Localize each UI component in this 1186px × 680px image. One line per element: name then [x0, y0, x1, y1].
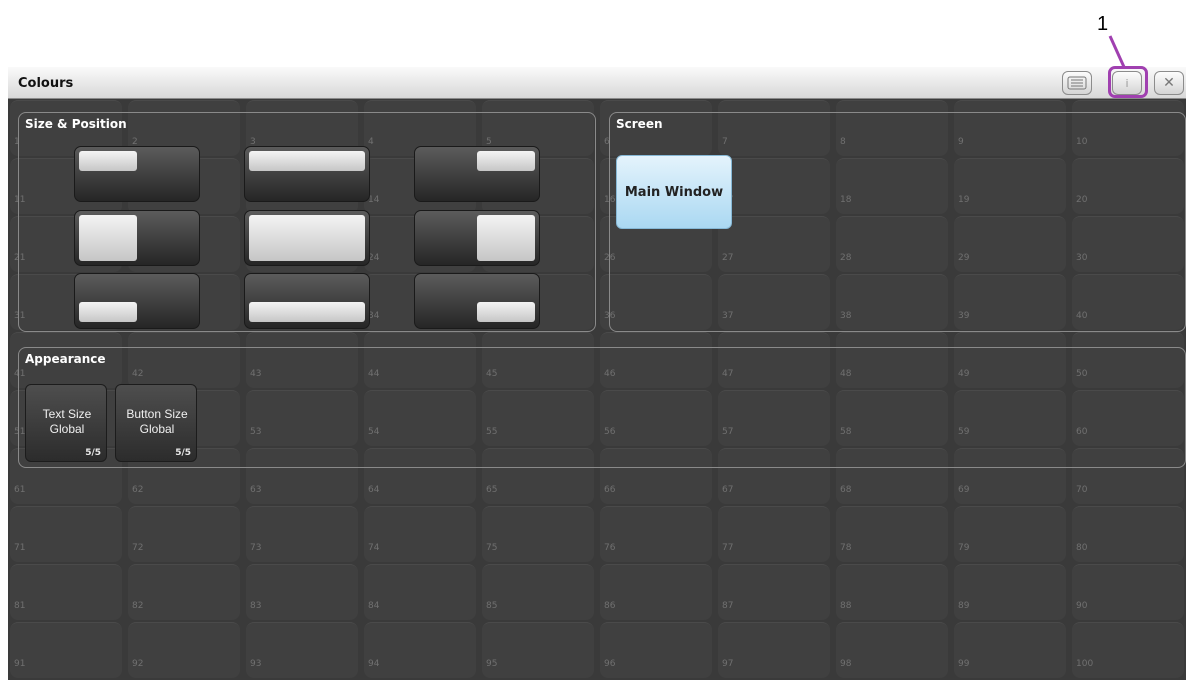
grid-cell[interactable]: 89 [954, 564, 1066, 620]
grid-cell-number: 83 [250, 601, 262, 611]
grid-cell-number: 74 [368, 543, 380, 553]
grid-cell-number: 94 [368, 659, 380, 669]
grid-cell-number: 88 [840, 601, 852, 611]
grid-cell[interactable]: 99 [954, 622, 1066, 678]
grid-cell[interactable]: 80 [1072, 506, 1184, 562]
grid-cell-number: 80 [1076, 543, 1088, 553]
grid-cell[interactable]: 77 [718, 506, 830, 562]
grid-cell-number: 77 [722, 543, 734, 553]
position-right-half-button[interactable] [414, 210, 540, 266]
button-size-global-label: Button Size Global [126, 407, 188, 436]
grid-cell[interactable]: 86 [600, 564, 712, 620]
callout-number: 1 [1097, 13, 1109, 35]
grid-cell-number: 84 [368, 601, 380, 611]
menu-button[interactable] [1062, 71, 1092, 95]
grid-cell-number: 100 [1076, 659, 1094, 669]
window-title: Colours [18, 76, 74, 91]
grid-cell-number: 71 [14, 543, 26, 553]
grid-cell-number: 79 [958, 543, 970, 553]
grid-cell-number: 95 [486, 659, 498, 669]
grid-cell[interactable]: 97 [718, 622, 830, 678]
grid-cell-number: 85 [486, 601, 498, 611]
grid-cell[interactable]: 92 [128, 622, 240, 678]
grid-cell[interactable]: 84 [364, 564, 476, 620]
grid-cell-number: 96 [604, 659, 616, 669]
grid-cell[interactable]: 78 [836, 506, 948, 562]
grid-cell-number: 64 [368, 485, 380, 495]
menu-lines-icon [1067, 76, 1087, 90]
grid-cell-number: 67 [722, 485, 734, 495]
colours-window: Colours i ✕ 1234567891011121314151617181… [8, 67, 1186, 680]
grid-cell-number: 68 [840, 485, 852, 495]
text-size-global-button[interactable]: Text Size Global 5/5 [25, 384, 107, 462]
grid-cell-number: 61 [14, 485, 26, 495]
grid-cell-number: 93 [250, 659, 262, 669]
grid-cell-number: 99 [958, 659, 970, 669]
grid-cell-number: 87 [722, 601, 734, 611]
position-left-half-button[interactable] [74, 210, 200, 266]
grid-cell-number: 91 [14, 659, 26, 669]
grid-cell[interactable]: 74 [364, 506, 476, 562]
grid-cell[interactable]: 82 [128, 564, 240, 620]
grid-cell[interactable]: 81 [10, 564, 122, 620]
appearance-title: Appearance [25, 352, 106, 366]
grid-cell[interactable]: 93 [246, 622, 358, 678]
position-bottom-left-button[interactable] [74, 273, 200, 329]
grid-cell[interactable]: 71 [10, 506, 122, 562]
grid-cell-number: 90 [1076, 601, 1088, 611]
close-button[interactable]: ✕ [1154, 71, 1184, 95]
grid-cell-number: 76 [604, 543, 616, 553]
grid-cell[interactable]: 76 [600, 506, 712, 562]
window-titlebar: Colours i ✕ [8, 67, 1186, 99]
grid-cell[interactable]: 88 [836, 564, 948, 620]
grid-cell[interactable]: 87 [718, 564, 830, 620]
grid-cell-number: 81 [14, 601, 26, 611]
text-size-global-value: 5/5 [85, 448, 101, 458]
grid-cell-number: 62 [132, 485, 144, 495]
grid-cell-number: 89 [958, 601, 970, 611]
grid-cell-number: 98 [840, 659, 852, 669]
callout-highlight-box [1108, 66, 1148, 98]
position-top-right-button[interactable] [414, 146, 540, 202]
grid-cell[interactable]: 100 [1072, 622, 1184, 678]
grid-cell-number: 63 [250, 485, 262, 495]
grid-cell-number: 73 [250, 543, 262, 553]
close-icon: ✕ [1163, 75, 1175, 91]
grid-cell-number: 69 [958, 485, 970, 495]
grid-cell[interactable]: 94 [364, 622, 476, 678]
grid-cell-number: 70 [1076, 485, 1088, 495]
screen-title: Screen [616, 117, 663, 131]
position-full-screen-button[interactable] [244, 210, 370, 266]
position-bottom-full-button[interactable] [244, 273, 370, 329]
grid-cell[interactable]: 96 [600, 622, 712, 678]
grid-cell[interactable]: 95 [482, 622, 594, 678]
position-top-full-button[interactable] [244, 146, 370, 202]
grid-cell[interactable]: 98 [836, 622, 948, 678]
grid-cell-number: 86 [604, 601, 616, 611]
button-size-global-button[interactable]: Button Size Global 5/5 [115, 384, 197, 462]
button-size-global-value: 5/5 [175, 448, 191, 458]
grid-cell-number: 65 [486, 485, 498, 495]
grid-cell-number: 97 [722, 659, 734, 669]
grid-cell-number: 82 [132, 601, 144, 611]
text-size-global-label: Text Size Global [42, 407, 92, 436]
grid-cell[interactable]: 72 [128, 506, 240, 562]
grid-cell[interactable]: 85 [482, 564, 594, 620]
size-position-title: Size & Position [25, 117, 127, 131]
main-window-button[interactable]: Main Window [616, 155, 732, 229]
grid-cell-number: 92 [132, 659, 144, 669]
position-top-left-button[interactable] [74, 146, 200, 202]
grid-cell[interactable]: 91 [10, 622, 122, 678]
grid-cell-number: 78 [840, 543, 852, 553]
grid-cell[interactable]: 83 [246, 564, 358, 620]
position-bottom-right-button[interactable] [414, 273, 540, 329]
grid-cell-number: 75 [486, 543, 498, 553]
grid-cell-number: 66 [604, 485, 616, 495]
grid-cell-number: 72 [132, 543, 144, 553]
grid-cell[interactable]: 79 [954, 506, 1066, 562]
grid-cell[interactable]: 73 [246, 506, 358, 562]
grid-cell[interactable]: 90 [1072, 564, 1184, 620]
grid-cell[interactable]: 75 [482, 506, 594, 562]
main-window-label: Main Window [624, 185, 724, 200]
